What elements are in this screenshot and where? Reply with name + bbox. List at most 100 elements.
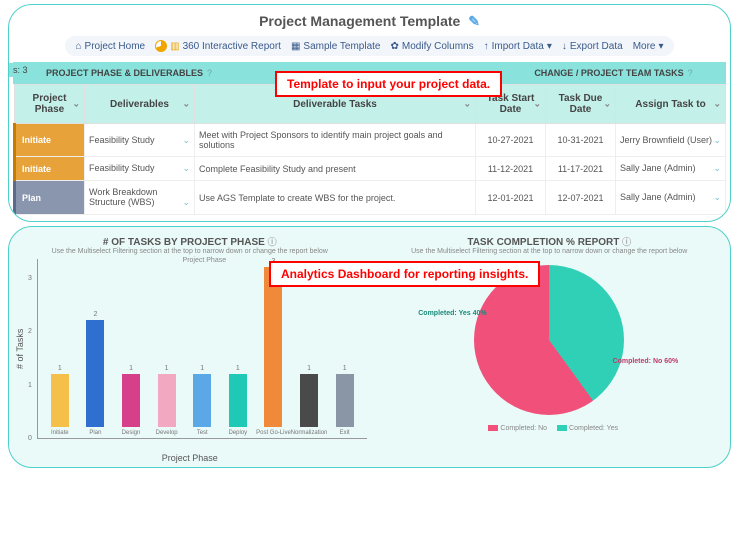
toolbar: ⌂Project Home ▥ 360 Interactive Report ▦S… [65,36,673,56]
col-assign[interactable]: Assign Task to⌄ [616,85,726,124]
bar[interactable] [86,320,104,427]
bar-legend: Project Phase [183,257,227,264]
chevron-down-icon: ⌄ [72,99,80,110]
bar-wrap: 1Deploy [223,365,252,438]
row-count-tag: s: 3 [9,63,32,77]
col-phase-label: Project Phase [33,93,67,115]
bar[interactable] [158,374,176,427]
title-text: Project Management Template [259,13,460,29]
col-deliverables[interactable]: Deliverables⌄ [85,85,195,124]
bar[interactable] [122,374,140,427]
chevron-down-icon: ⌄ [533,99,541,110]
y-tick: 0 [28,435,32,442]
col-deliv-label: Deliverables [110,99,169,110]
help-icon[interactable]: ? [207,68,212,78]
legend-swatch-no [488,425,498,431]
grid-icon: ▦ [291,41,300,52]
chevron-down-icon: ⌄ [603,99,611,110]
chevron-down-icon: ▾ [658,41,663,52]
col-phase[interactable]: Project Phase ⌄ [15,85,85,124]
category-label: Plan [89,430,101,438]
edit-icon[interactable]: ✎ [468,13,480,29]
import-data-button[interactable]: ↑Import Data ▾ [484,41,552,52]
info-icon[interactable]: ⓘ [622,237,631,247]
table-row[interactable]: InitiateFeasibility Study⌄Complete Feasi… [15,157,726,181]
arrow-down-icon: ↓ [562,41,567,52]
chevron-down-icon: ⌄ [713,135,721,146]
phase-cell[interactable]: Initiate [15,124,85,157]
pie-legend: Completed: No Completed: Yes [373,425,727,432]
chevron-down-icon: ⌄ [182,197,190,208]
bar[interactable] [336,374,354,427]
bar[interactable] [193,374,211,427]
bar-value-label: 1 [129,365,133,372]
phase-cell[interactable]: Plan [15,181,85,215]
chevron-down-icon: ⌄ [713,192,721,203]
deliverable-cell[interactable]: Feasibility Study⌄ [85,124,195,157]
bar-wrap: 1Initiate [45,365,74,438]
pie-chart: Completed: Yes 40% Completed: No 60% [474,265,624,415]
chevron-down-icon: ▾ [547,41,552,52]
bar-wrap: 1Develop [152,365,181,438]
category-label: Post Go-Live [256,430,291,438]
start-date-cell[interactable]: 12-01-2021 [476,181,546,215]
deliverable-cell[interactable]: Work Breakdown Structure (WBS)⌄ [85,181,195,215]
due-date-cell[interactable]: 10-31-2021 [546,124,616,157]
category-label: Develop [156,430,178,438]
bar[interactable] [300,374,318,427]
pie-label-no: Completed: No 60% [611,357,681,366]
bar-chart-title: # OF TASKS BY PROJECT PHASE [103,237,265,248]
pie-chart-subtitle: Use the Multiselect Filtering section at… [373,248,727,255]
report-label: 360 Interactive Report [183,41,281,52]
table-row[interactable]: PlanWork Breakdown Structure (WBS)⌄Use A… [15,181,726,215]
deliverable-cell[interactable]: Feasibility Study⌄ [85,157,195,181]
info-icon[interactable]: ⓘ [268,237,277,247]
chevron-down-icon: ⌄ [713,163,721,174]
pie-label-yes: Completed: Yes 40% [416,309,488,318]
chevron-down-icon: ⌄ [182,135,190,146]
bar-value-label: 1 [343,365,347,372]
due-date-cell[interactable]: 11-17-2021 [546,157,616,181]
bar[interactable] [264,267,282,427]
export-data-button[interactable]: ↓Export Data [562,41,623,52]
start-date-cell[interactable]: 11-12-2021 [476,157,546,181]
bar-value-label: 1 [307,365,311,372]
start-date-cell[interactable]: 10-27-2021 [476,124,546,157]
project-home-label: Project Home [85,41,146,52]
bar-chart-subtitle: Use the Multiselect Filtering section at… [13,248,367,255]
category-label: Initiate [51,430,69,438]
col-assign-label: Assign Task to [635,99,705,110]
assign-cell[interactable]: Sally Jane (Admin)⌄ [616,157,726,181]
project-table: Project Phase⌄ Deliverables⌄ Deliverable… [13,84,726,215]
modify-label: Modify Columns [402,41,474,52]
bar-value-label: 1 [200,365,204,372]
bar[interactable] [229,374,247,427]
section-team-label: CHANGE / PROJECT TEAM TASKS [534,68,683,78]
modify-columns-button[interactable]: ✿Modify Columns [391,41,474,52]
table-row[interactable]: InitiateFeasibility Study⌄Meet with Proj… [15,124,726,157]
bar-value-label: 1 [236,365,240,372]
sample-template-button[interactable]: ▦Sample Template [291,41,381,52]
phase-cell[interactable]: Initiate [15,157,85,181]
bar-wrap: 1Test [188,365,217,438]
col-due[interactable]: Task Due Date⌄ [546,85,616,124]
interactive-report-button[interactable]: ▥ 360 Interactive Report [155,40,281,52]
due-date-cell[interactable]: 12-07-2021 [546,181,616,215]
task-cell[interactable]: Complete Feasibility Study and present [195,157,476,181]
assign-cell[interactable]: Sally Jane (Admin)⌄ [616,181,726,215]
bar[interactable] [51,374,69,427]
help-icon[interactable]: ? [688,68,693,78]
task-cell[interactable]: Meet with Project Sponsors to identify m… [195,124,476,157]
bar-icon: ▥ [170,41,179,52]
bar-wrap: 2Plan [81,311,110,438]
task-cell[interactable]: Use AGS Template to create WBS for the p… [195,181,476,215]
bar-wrap: 1Normalization [295,365,324,438]
more-button[interactable]: More ▾ [633,41,664,52]
chevron-down-icon: ⌄ [182,163,190,174]
category-label: Exit [340,430,350,438]
y-tick: 3 [28,275,32,282]
annotation-analytics: Analytics Dashboard for reporting insigh… [269,261,540,287]
assign-cell[interactable]: Jerry Brownfield (User)⌄ [616,124,726,157]
project-home-button[interactable]: ⌂Project Home [75,41,145,52]
analytics-panel: Analytics Dashboard for reporting insigh… [8,226,731,468]
